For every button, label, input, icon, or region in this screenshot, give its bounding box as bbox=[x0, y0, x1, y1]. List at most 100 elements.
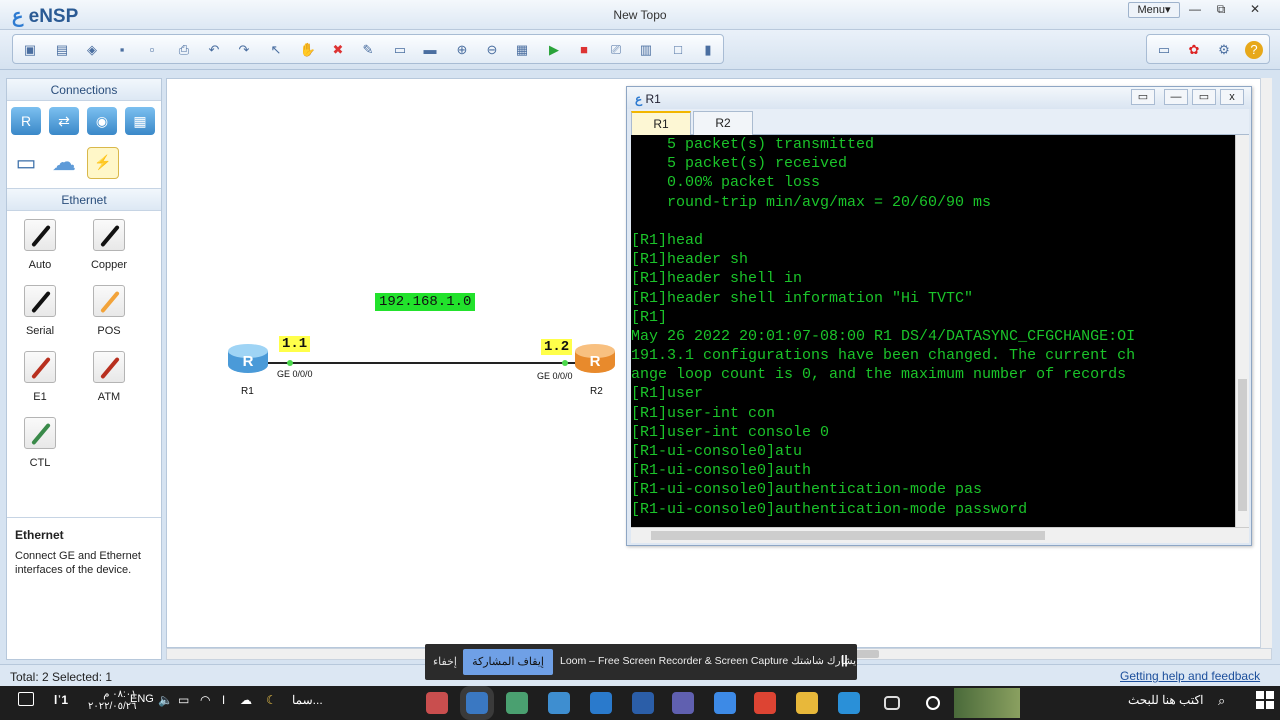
close-button[interactable]: ✕ bbox=[1244, 2, 1266, 18]
tab-r2[interactable]: R2 bbox=[693, 111, 753, 135]
wifi-icon[interactable]: ◠ bbox=[200, 693, 210, 707]
word-app-icon[interactable] bbox=[632, 692, 654, 714]
microphone-icon[interactable]: ǀ bbox=[222, 693, 225, 707]
new-topo-icon[interactable]: ▣ bbox=[21, 41, 39, 59]
windows-start-icon[interactable] bbox=[1256, 691, 1274, 709]
weather-widget[interactable]: سما... bbox=[292, 693, 323, 707]
settings-grid-icon[interactable]: ▥ bbox=[637, 41, 655, 59]
connections-header[interactable]: Connections bbox=[7, 79, 161, 101]
search-box[interactable]: اكتب هنا للبحث bbox=[1128, 693, 1204, 707]
chat-icon[interactable]: ▭ bbox=[1155, 41, 1173, 59]
hide-share-button[interactable]: إخفاء bbox=[433, 655, 457, 668]
menu-button[interactable]: Menu▾ bbox=[1128, 2, 1180, 18]
moon-icon[interactable]: ☾ bbox=[266, 693, 277, 707]
network-label[interactable]: 192.168.1.0 bbox=[375, 293, 476, 311]
r1-ip-label[interactable]: 1.1 bbox=[279, 336, 311, 352]
screen-share-bar: إخفاء إيقاف المشاركة Loom – Free Screen … bbox=[425, 644, 859, 680]
console-restore-button[interactable]: ▭ bbox=[1131, 89, 1155, 105]
cable-auto[interactable]: Auto bbox=[20, 219, 60, 271]
router-category-icon[interactable]: R bbox=[11, 107, 41, 135]
console-title-bar[interactable]: ع R1 ▭ — ▭ x bbox=[627, 87, 1251, 109]
firewall-category-icon[interactable]: ▦ bbox=[125, 107, 155, 135]
battery-icon[interactable]: ▭ bbox=[178, 693, 189, 707]
r2-ip-label[interactable]: 1.2 bbox=[541, 339, 573, 355]
window-title: New Topo bbox=[613, 8, 667, 22]
cortana-icon[interactable] bbox=[926, 696, 940, 710]
chrome-app-icon[interactable] bbox=[754, 692, 776, 714]
cloud-category-icon[interactable]: ☁ bbox=[49, 149, 79, 177]
topology-icon[interactable]: ▦ bbox=[513, 41, 531, 59]
stop-sharing-button[interactable]: إيقاف المشاركة bbox=[463, 649, 553, 675]
terminal-line: 5 packet(s) received bbox=[631, 155, 848, 173]
cable-pos[interactable]: POS bbox=[89, 285, 129, 337]
cable-ctl[interactable]: CTL bbox=[20, 417, 60, 469]
open-icon[interactable]: ◈ bbox=[83, 41, 101, 59]
store-app-icon[interactable] bbox=[548, 692, 570, 714]
canvas-vertical-scrollbar[interactable] bbox=[1260, 78, 1272, 648]
onedrive-icon[interactable]: ☁ bbox=[240, 693, 252, 707]
minimize-button[interactable]: — bbox=[1184, 2, 1206, 18]
save-icon[interactable]: ▪ bbox=[113, 41, 131, 59]
fullscreen-icon[interactable]: □ bbox=[669, 41, 687, 59]
router-r2[interactable]: R bbox=[575, 344, 615, 378]
console-minimize-button[interactable]: — bbox=[1164, 89, 1188, 105]
zoom-out-icon[interactable]: ⊖ bbox=[483, 41, 501, 59]
help-icon[interactable]: ? bbox=[1245, 41, 1263, 59]
huawei-logo-icon[interactable]: ✿ bbox=[1185, 41, 1203, 59]
ethernet-header[interactable]: Ethernet bbox=[7, 189, 161, 211]
zoom-in-icon[interactable]: ⊕ bbox=[453, 41, 471, 59]
router-r1[interactable]: R bbox=[228, 344, 268, 378]
scroll-thumb[interactable] bbox=[651, 531, 1045, 540]
title-bar: ع eNSP New Topo Menu▾ — ⧉ ✕ bbox=[0, 0, 1280, 30]
redo-icon[interactable]: ↷ bbox=[235, 41, 253, 59]
text-icon[interactable]: ▭ bbox=[391, 41, 409, 59]
edge-app-icon[interactable] bbox=[838, 692, 860, 714]
restore-button[interactable]: ⧉ bbox=[1210, 2, 1232, 18]
print-icon[interactable]: ⎙ bbox=[175, 41, 193, 59]
taskview-icon[interactable] bbox=[884, 696, 900, 710]
zoom-app-icon[interactable] bbox=[714, 692, 736, 714]
cable-serial[interactable]: Serial bbox=[20, 285, 60, 337]
delete-link-icon[interactable]: ✎ bbox=[359, 41, 377, 59]
pause-icon[interactable]: || bbox=[841, 653, 848, 667]
gear-icon[interactable]: ⚙ bbox=[1215, 41, 1233, 59]
help-link[interactable]: Getting help and feedback bbox=[1120, 669, 1260, 683]
input-indicator-icon[interactable]: l᾽1 bbox=[54, 693, 68, 707]
pan-icon[interactable]: ✋ bbox=[299, 41, 317, 59]
terminal-output[interactable]: 5 packet(s) transmitted 5 packet(s) rece… bbox=[631, 135, 1235, 527]
delete-icon[interactable]: ✖ bbox=[329, 41, 347, 59]
search-icon[interactable]: ⌕ bbox=[1218, 693, 1225, 709]
wlan-category-icon[interactable]: ◉ bbox=[87, 107, 117, 135]
terminal-icon[interactable]: ▮ bbox=[699, 41, 717, 59]
cable-copper[interactable]: Copper bbox=[89, 219, 129, 271]
undo-icon[interactable]: ↶ bbox=[205, 41, 223, 59]
network-app-icon[interactable] bbox=[506, 692, 528, 714]
rectangle-icon[interactable]: ▬ bbox=[421, 41, 439, 59]
link-r1-r2[interactable] bbox=[267, 362, 577, 364]
vscode-app-icon[interactable] bbox=[590, 692, 612, 714]
volume-icon[interactable]: 🔈 bbox=[158, 693, 173, 707]
new-project-icon[interactable]: ▤ bbox=[53, 41, 71, 59]
explorer-app-icon[interactable] bbox=[796, 692, 818, 714]
capture-icon[interactable]: ⎚ bbox=[607, 41, 625, 59]
cable-e1[interactable]: E1 bbox=[20, 351, 60, 403]
ensp-app-icon[interactable] bbox=[426, 692, 448, 714]
terminal-horizontal-scrollbar[interactable] bbox=[631, 527, 1249, 543]
scroll-thumb[interactable] bbox=[1238, 379, 1247, 511]
terminal-vertical-scrollbar[interactable] bbox=[1235, 135, 1249, 527]
switch-category-icon[interactable]: ⇄ bbox=[49, 107, 79, 135]
console-maximize-button[interactable]: ▭ bbox=[1192, 89, 1216, 105]
tab-r1[interactable]: R1 bbox=[631, 111, 691, 135]
start-device-icon[interactable]: ▶ bbox=[545, 41, 563, 59]
console-close-button[interactable]: x bbox=[1220, 89, 1244, 105]
select-icon[interactable]: ↖ bbox=[267, 41, 285, 59]
cable-atm[interactable]: ATM bbox=[89, 351, 129, 403]
teams-app-icon[interactable] bbox=[672, 692, 694, 714]
cable-category-icon[interactable]: ⚡ bbox=[87, 147, 119, 179]
ensp-active-app-icon[interactable] bbox=[460, 686, 494, 720]
pc-category-icon[interactable]: ▭ bbox=[11, 149, 41, 177]
save-as-icon[interactable]: ▫ bbox=[143, 41, 161, 59]
language-indicator[interactable]: ENG bbox=[130, 693, 154, 705]
notification-icon[interactable] bbox=[18, 692, 34, 706]
stop-device-icon[interactable]: ■ bbox=[575, 41, 593, 59]
